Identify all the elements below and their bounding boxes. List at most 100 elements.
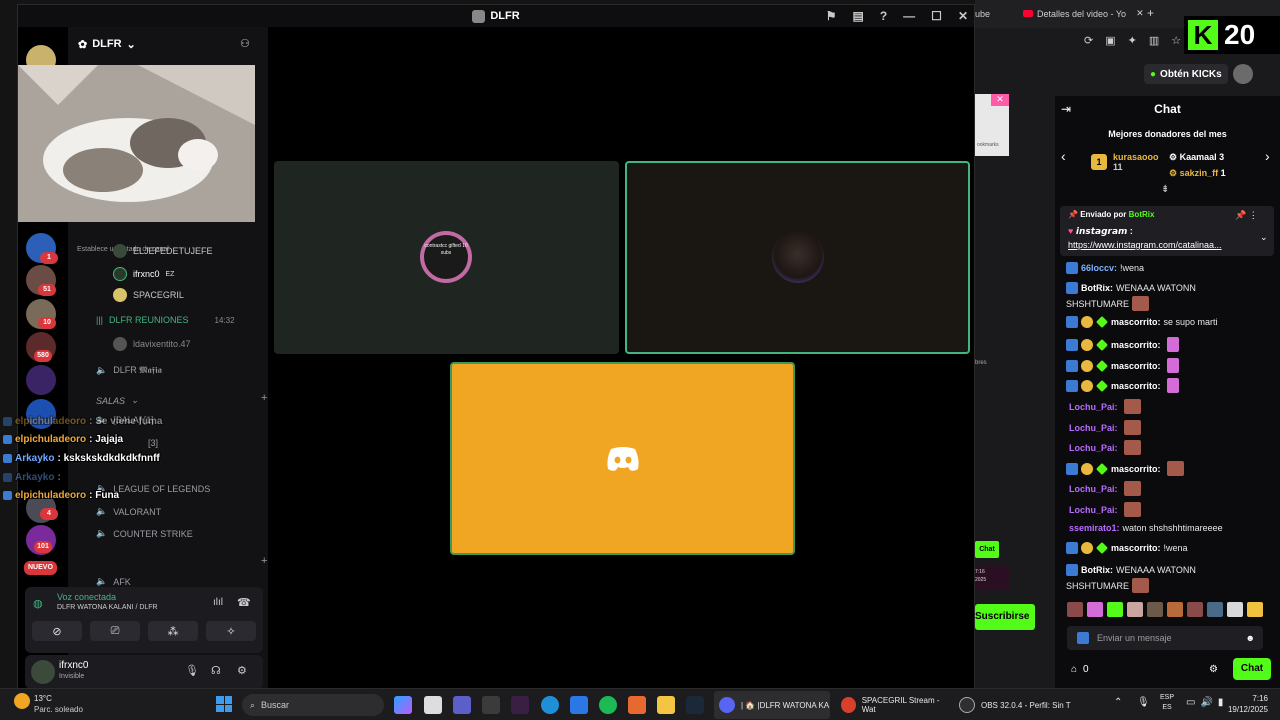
screenshot-icon[interactable]: ▣	[1105, 34, 1115, 47]
windows-start-icon[interactable]	[216, 696, 232, 712]
side-chat-button[interactable]: Chat	[975, 541, 999, 558]
bookmark-icon[interactable]: ☆	[1171, 34, 1181, 47]
reuniones-user[interactable]: ldavixentito.47	[113, 337, 191, 351]
soundboard-button[interactable]: ✧	[206, 621, 256, 641]
stream-preview-cat[interactable]	[18, 65, 255, 222]
noise-icon[interactable]: ılıl	[213, 597, 223, 608]
teams-icon[interactable]	[453, 696, 471, 714]
channel-mafia[interactable]: 🔈 DLFR 𝕸𝖆𝖋𝖎𝖆	[96, 365, 162, 376]
emote-picker-item[interactable]	[1207, 602, 1223, 617]
channel-afk[interactable]: 🔈 AFK	[96, 576, 131, 587]
channel-sala-3[interactable]: [3]	[148, 438, 158, 448]
emote-picker-item[interactable]	[1167, 602, 1183, 617]
pin-icon[interactable]: 📌 ⋮	[1235, 210, 1258, 221]
emote-picker-item[interactable]	[1067, 602, 1083, 617]
get-kicks-button[interactable]: ● Obtén KICKs	[1144, 64, 1228, 84]
minimize-icon[interactable]: —	[903, 9, 915, 23]
participant-tile-2-speaking[interactable]	[625, 161, 970, 354]
add-channel-icon-2[interactable]: +	[261, 555, 267, 567]
camera-off-button[interactable]: ⊘	[32, 621, 82, 641]
flag-icon[interactable]: ⚑	[826, 9, 837, 23]
voice-stage: contrastcc gifted 10 subs	[268, 27, 974, 689]
chat-emote	[1123, 399, 1141, 414]
chevron-down-icon[interactable]: ⌄	[1260, 232, 1268, 243]
add-member-icon[interactable]: ⚇	[240, 37, 250, 50]
add-channel-icon[interactable]: +	[261, 392, 267, 404]
donors-next-icon[interactable]: ›	[1265, 148, 1270, 164]
mic-tray-icon[interactable]: 🎙	[1137, 697, 1150, 708]
inbox-icon[interactable]: ▤	[852, 9, 863, 23]
extension-icon[interactable]: ⟳	[1084, 34, 1093, 47]
folder-icon[interactable]	[657, 696, 675, 714]
server-header[interactable]: ✿ DLFR ⌄	[68, 27, 268, 61]
voice-user-3[interactable]: SPACEGRIL	[113, 288, 184, 302]
participant-tile-1[interactable]: contrastcc gifted 10 subs	[274, 161, 619, 354]
close-window-icon[interactable]: ✕	[958, 9, 968, 23]
tab-youtube[interactable]: ube	[975, 9, 990, 19]
emote-picker-item[interactable]	[1107, 602, 1123, 617]
voice-user-2[interactable]: ifrxnc0 EZ	[113, 267, 174, 281]
chat-input[interactable]: Enviar un mensaje ☻	[1067, 626, 1263, 650]
mail-icon[interactable]	[570, 696, 588, 714]
channel-counter-strike[interactable]: 🔈 COUNTER STRIKE	[96, 528, 193, 539]
emote-picker-item[interactable]	[1247, 602, 1263, 617]
donors-prev-icon[interactable]: ‹	[1061, 148, 1066, 164]
weather-temp[interactable]: 13°C	[34, 694, 52, 703]
pinned-link[interactable]: https://www.instagram.com/catalinaa...	[1068, 240, 1222, 250]
channel-valorant[interactable]: 🔈 VALORANT	[96, 506, 161, 517]
emoji-icon[interactable]: ☻	[1246, 633, 1255, 643]
disconnect-icon[interactable]: ☎	[237, 596, 251, 609]
tray-icons[interactable]: ▭ 🔊 ▮	[1186, 697, 1223, 708]
steam-icon[interactable]	[686, 696, 704, 714]
taskbar-search[interactable]: ⌕ Buscar	[242, 694, 384, 716]
emote-picker-item[interactable]	[1147, 602, 1163, 617]
gifter-badge-icon	[1081, 338, 1093, 351]
category-salas[interactable]: SALAS ⌄	[96, 395, 139, 406]
settings-icon[interactable]: ⚙	[1209, 664, 1218, 675]
participant-tile-3[interactable]	[450, 362, 795, 555]
avatar[interactable]	[31, 660, 55, 684]
subscribe-button[interactable]: Suscribirse	[975, 604, 1035, 630]
gear-icon[interactable]: ⚙	[237, 664, 247, 677]
kick-coin-icon: ●	[1150, 68, 1157, 80]
app-icon[interactable]	[511, 696, 529, 714]
vlc-icon[interactable]	[628, 696, 646, 714]
close-icon[interactable]: ✕	[991, 94, 1009, 106]
tray-chevron-icon[interactable]: ⌃	[1114, 697, 1122, 708]
overlay-chat-message: elpichuladeoro: Se viene fuma	[3, 416, 162, 427]
expand-icon[interactable]: ⇟	[1161, 184, 1169, 195]
new-tab-icon[interactable]: +	[1147, 6, 1154, 20]
store-icon[interactable]	[424, 696, 442, 714]
emote-picker-item[interactable]	[1087, 602, 1103, 617]
copilot-icon[interactable]	[394, 696, 412, 714]
taskbar-app-browser[interactable]: SPACEGRIL Stream - Wat	[836, 691, 948, 719]
voice-channel[interactable]: DLFR WATONA KALANI / DLFR	[57, 604, 158, 611]
puzzle-icon[interactable]: ✦	[1128, 34, 1137, 47]
emote-picker-item[interactable]	[1227, 602, 1243, 617]
activities-button[interactable]: ⁂	[148, 621, 198, 641]
profile-avatar[interactable]	[1233, 64, 1253, 84]
channel-dlfr-reuniones[interactable]: ||| DLFR REUNIONES 14:32	[96, 315, 235, 325]
signal-icon[interactable]: ◍	[33, 597, 43, 610]
headphones-icon[interactable]: ☊	[211, 664, 221, 677]
taskbar-app-discord[interactable]: | 🏠 |DLFR WATONA KA	[714, 691, 830, 719]
chat-send-button[interactable]: Chat	[1233, 658, 1271, 680]
emote-picker-item[interactable]	[1127, 602, 1143, 617]
server-5[interactable]	[26, 365, 56, 395]
spotify-icon[interactable]	[599, 696, 617, 714]
badge-1: 1	[40, 252, 58, 264]
emote-picker-item[interactable]	[1187, 602, 1203, 617]
clock[interactable]: 7:16 19/12/2025	[1222, 693, 1268, 715]
xbox-icon[interactable]	[482, 696, 500, 714]
sidebar-icon[interactable]: ▥	[1149, 34, 1159, 47]
voice-user-1[interactable]: ELJEFEDETUJEFE	[113, 244, 213, 258]
weather-desc[interactable]: Parc. soleado	[34, 705, 83, 714]
maximize-icon[interactable]: ☐	[931, 9, 942, 23]
taskbar-app-obs[interactable]: OBS 32.0.4 - Perfil: Sin T	[954, 691, 1074, 719]
tab-video-details[interactable]: Detalles del video - Yo ✕	[1023, 8, 1144, 19]
share-screen-button[interactable]: ⎚	[90, 621, 140, 641]
edge-icon[interactable]	[541, 696, 559, 714]
help-icon[interactable]: ?	[880, 9, 887, 23]
microphone-icon[interactable]: 🎙	[185, 664, 199, 677]
language-indicator[interactable]: ESP ES	[1160, 693, 1174, 713]
